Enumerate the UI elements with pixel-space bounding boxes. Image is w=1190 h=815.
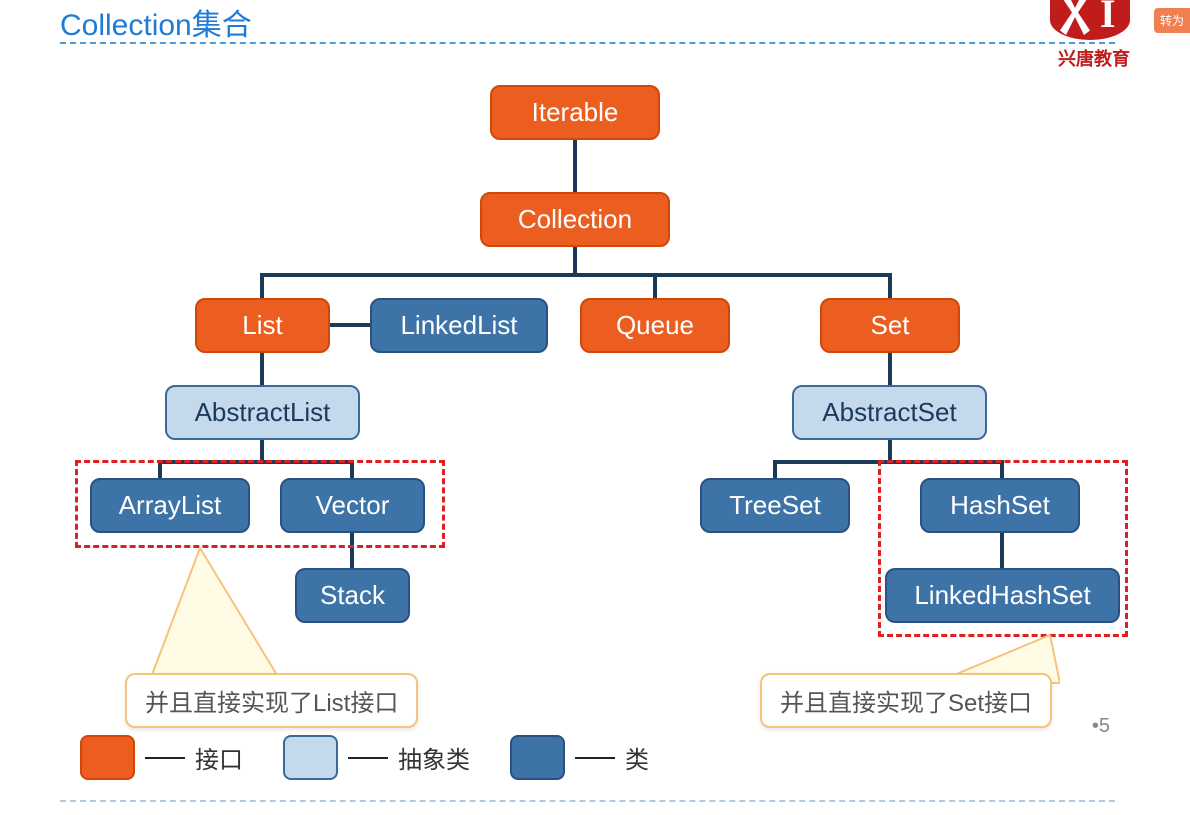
brand-logo: [1050, 0, 1130, 40]
node-abstractset: AbstractSet: [792, 385, 987, 440]
legend-box-abstract: [283, 735, 338, 780]
node-collection: Collection: [480, 192, 670, 247]
hierarchy-diagram: Iterable Collection List LinkedList Queu…: [0, 80, 1190, 720]
legend-label-class: 类: [625, 740, 649, 775]
node-stack: Stack: [295, 568, 410, 623]
legend-box-interface: [80, 735, 135, 780]
brand-text: 兴唐教育: [1058, 45, 1130, 71]
divider: [60, 42, 1115, 44]
node-set: Set: [820, 298, 960, 353]
callout-left: 并且直接实现了List接口: [125, 673, 418, 728]
legend: 接口 抽象类 类: [80, 735, 679, 780]
legend-connector: [575, 757, 615, 759]
highlight-box-left: [75, 460, 445, 548]
bottom-divider: [60, 800, 1115, 802]
legend-box-class: [510, 735, 565, 780]
node-abstractlist: AbstractList: [165, 385, 360, 440]
legend-label-abstract: 抽象类: [398, 740, 470, 775]
legend-connector: [145, 757, 185, 759]
node-iterable: Iterable: [490, 85, 660, 140]
page-number: •5: [1092, 715, 1110, 738]
node-treeset: TreeSet: [700, 478, 850, 533]
corner-badge: 转为: [1154, 8, 1190, 33]
highlight-box-right: [878, 460, 1128, 637]
page-title: Collection集合: [60, 0, 252, 44]
node-list: List: [195, 298, 330, 353]
callout-arrow-left: [150, 548, 280, 688]
legend-connector: [348, 757, 388, 759]
callout-right: 并且直接实现了Set接口: [760, 673, 1052, 728]
legend-label-interface: 接口: [195, 740, 243, 775]
node-queue: Queue: [580, 298, 730, 353]
node-linkedlist: LinkedList: [370, 298, 548, 353]
